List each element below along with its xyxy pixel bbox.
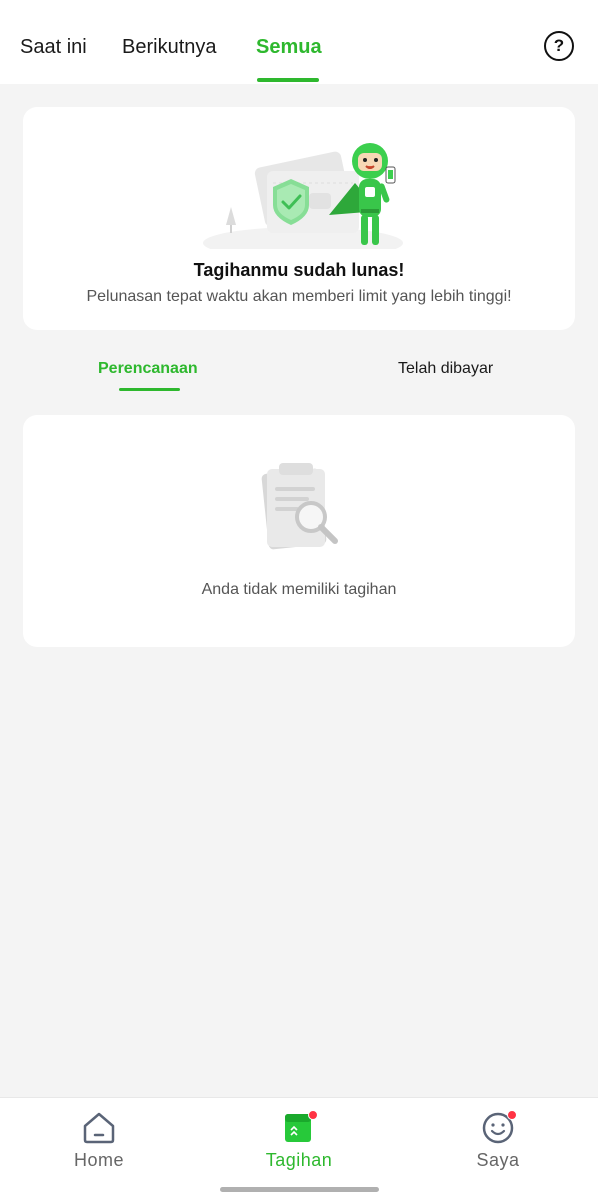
tab-perencanaan[interactable]: Perencanaan bbox=[98, 360, 198, 378]
wallet-hero-illustration bbox=[203, 143, 403, 249]
tab-telah-dibayar[interactable]: Telah dibayar bbox=[398, 360, 493, 378]
paid-subtitle: Pelunasan tepat waktu akan memberi limit… bbox=[86, 288, 512, 305]
active-tab-indicator bbox=[257, 78, 319, 82]
saya-notification-badge bbox=[507, 1110, 517, 1120]
nav-tagihan[interactable]: Tagihan bbox=[239, 1098, 359, 1188]
nav-tagihan-label: Tagihan bbox=[265, 1150, 333, 1170]
nav-home[interactable]: Home bbox=[39, 1098, 159, 1188]
empty-bills-card: Anda tidak memiliki tagihan bbox=[23, 415, 575, 647]
home-icon bbox=[83, 1112, 115, 1144]
bottom-navigation: Home Tagihan Saya bbox=[0, 1097, 598, 1200]
bill-paid-card: Tagihanmu sudah lunas! Pelunasan tepat w… bbox=[23, 107, 575, 330]
tab-semua[interactable]: Semua bbox=[256, 36, 322, 59]
tab-berikutnya[interactable]: Berikutnya bbox=[122, 36, 217, 59]
nav-home-label: Home bbox=[73, 1150, 124, 1170]
help-icon[interactable]: ? bbox=[544, 31, 574, 61]
home-indicator-bar[interactable] bbox=[220, 1187, 379, 1192]
nav-saya[interactable]: Saya bbox=[438, 1098, 558, 1188]
nav-saya-label: Saya bbox=[476, 1150, 520, 1170]
paid-title: Tagihanmu sudah lunas! bbox=[193, 260, 405, 280]
tagihan-notification-badge bbox=[308, 1110, 318, 1120]
active-subtab-indicator bbox=[119, 388, 180, 391]
empty-document-search-icon bbox=[261, 463, 338, 550]
top-tab-bar: Saat ini Berikutnya Semua ? bbox=[0, 0, 598, 84]
tab-saat-ini[interactable]: Saat ini bbox=[20, 36, 87, 59]
empty-state-message: Anda tidak memiliki tagihan bbox=[201, 581, 397, 598]
